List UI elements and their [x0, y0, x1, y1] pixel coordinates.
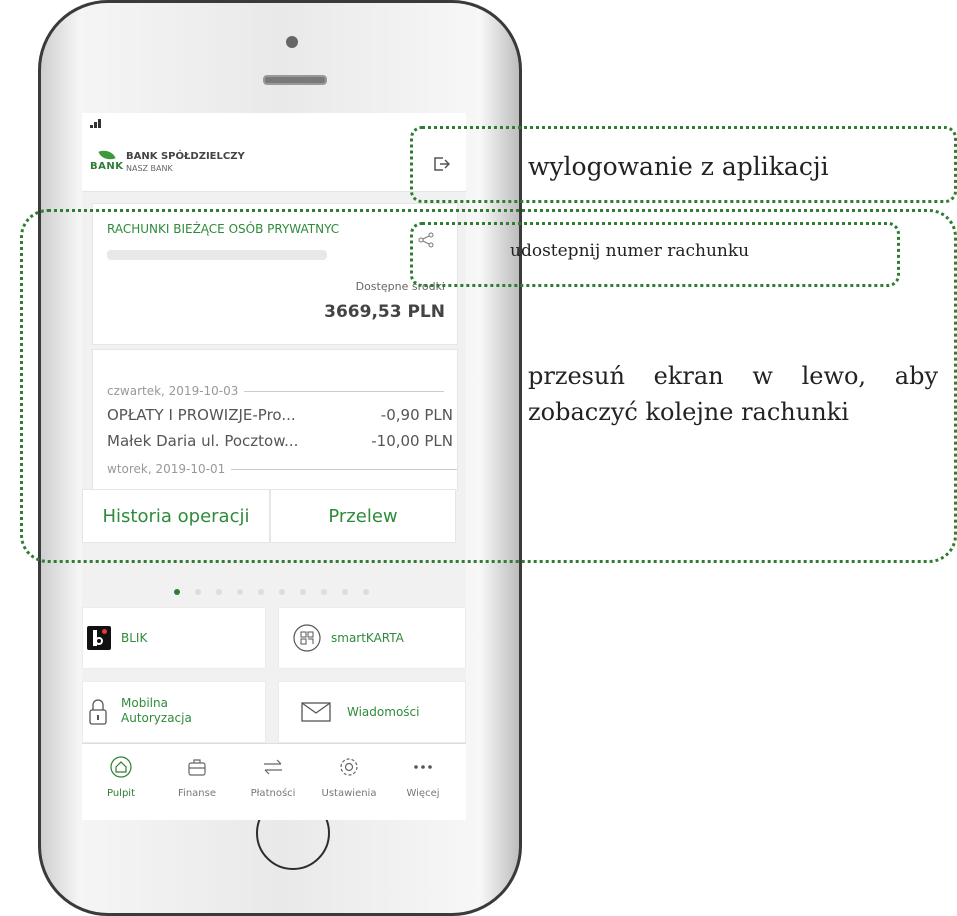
blik-tile[interactable]: BLIK: [82, 607, 266, 669]
envelope-icon: [301, 702, 331, 722]
signal-icon: [90, 119, 102, 128]
bottom-navigation: Pulpit Finanse Płatności Ustawienia Więc…: [82, 743, 466, 820]
blik-label: BLIK: [121, 631, 148, 645]
padlock-icon: [89, 699, 107, 725]
transfer-arrows-icon: [264, 759, 282, 775]
messages-label: Wiadomości: [347, 705, 420, 719]
nav-wiecej[interactable]: Więcej: [388, 752, 458, 799]
qr-icon: [293, 624, 321, 652]
nav-pulpit[interactable]: Pulpit: [86, 752, 156, 799]
nav-ustawienia[interactable]: Ustawienia: [314, 752, 384, 799]
smartkarta-tile[interactable]: smartKARTA: [278, 607, 466, 669]
home-icon: [110, 756, 132, 778]
mobile-authorization-tile[interactable]: Mobilna Autoryzacja: [82, 681, 266, 743]
bank-logo: BANK: [90, 146, 123, 173]
status-bar: [82, 113, 466, 135]
app-header: BANK BANK SPÓŁDZIELCZY NASZ BANK: [82, 135, 466, 192]
logout-annotation-text: wylogowanie z aplikacji: [528, 152, 829, 181]
briefcase-icon: [188, 759, 206, 776]
bank-name: BANK SPÓŁDZIELCZY: [126, 151, 245, 162]
smartkarta-label: smartKARTA: [331, 631, 404, 645]
messages-tile[interactable]: Wiadomości: [278, 681, 466, 743]
swipe-annotation-text: przesuń ekran w lewo, aby zobaczyć kolej…: [528, 362, 938, 426]
bank-subtitle: NASZ BANK: [126, 164, 173, 173]
more-icon: [414, 765, 432, 769]
share-annotation-text: udostepnij numer rachunku: [510, 241, 750, 261]
nav-finanse[interactable]: Finanse: [162, 752, 232, 799]
camera: [286, 36, 298, 48]
gear-icon: [340, 758, 358, 776]
speaker: [263, 75, 327, 85]
mobile-authorization-label: Mobilna Autoryzacja: [121, 696, 192, 725]
nav-platnosci[interactable]: Płatności: [238, 752, 308, 799]
blik-icon: [87, 626, 111, 650]
